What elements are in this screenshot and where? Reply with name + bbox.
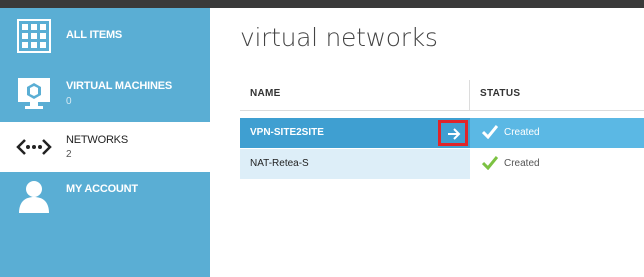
sidebar-item-virtual-machines[interactable]: VIRTUAL MACHINES 0 [0, 65, 210, 122]
checkmark-icon [482, 125, 498, 139]
checkmark-icon [482, 156, 498, 170]
sidebar-item-label: ALL ITEMS [66, 29, 123, 41]
sidebar-item-all-items[interactable]: ALL ITEMS [0, 8, 210, 65]
grid-icon [16, 18, 52, 54]
top-bar [0, 0, 644, 8]
arrow-right-icon [448, 128, 461, 140]
sidebar-item-my-account[interactable]: MY ACCOUNT [0, 172, 210, 232]
sidebar-item-label: NETWORKS [66, 134, 128, 146]
page-title: virtual networks [240, 23, 438, 52]
name-cell: NAT-Retea-S [240, 149, 470, 179]
status-text: Created [504, 158, 540, 169]
column-header-status[interactable]: STATUS [480, 88, 520, 99]
status-text: Created [504, 127, 540, 138]
table-row[interactable]: VPN-SITE2SITE Created [240, 118, 644, 148]
sidebar-item-networks[interactable]: NETWORKS 2 [0, 122, 210, 172]
sidebar-item-label: MY ACCOUNT [66, 183, 138, 195]
sidebar-item-count: 2 [66, 149, 72, 160]
go-arrow-button[interactable] [438, 120, 468, 146]
main-content: virtual networks NAME STATUS VPN-SITE2SI… [210, 8, 644, 277]
network-name: NAT-Retea-S [250, 158, 309, 169]
sidebar-item-label: VIRTUAL MACHINES [66, 80, 172, 92]
column-header-name[interactable]: NAME [250, 88, 281, 99]
name-cell: VPN-SITE2SITE [240, 118, 470, 148]
status-cell: Created [470, 118, 644, 148]
table-row[interactable]: NAT-Retea-S Created [240, 149, 644, 179]
sidebar-item-count: 0 [66, 96, 72, 107]
network-name: VPN-SITE2SITE [250, 127, 324, 138]
header-divider [240, 110, 644, 111]
user-icon [16, 178, 52, 214]
virtual-machine-icon [16, 75, 52, 111]
status-cell: Created [470, 149, 644, 179]
column-divider [469, 80, 470, 110]
sidebar: ALL ITEMS VIRTUAL MACHINES 0 NETWORKS 2 … [0, 8, 210, 277]
network-icon [16, 129, 52, 165]
